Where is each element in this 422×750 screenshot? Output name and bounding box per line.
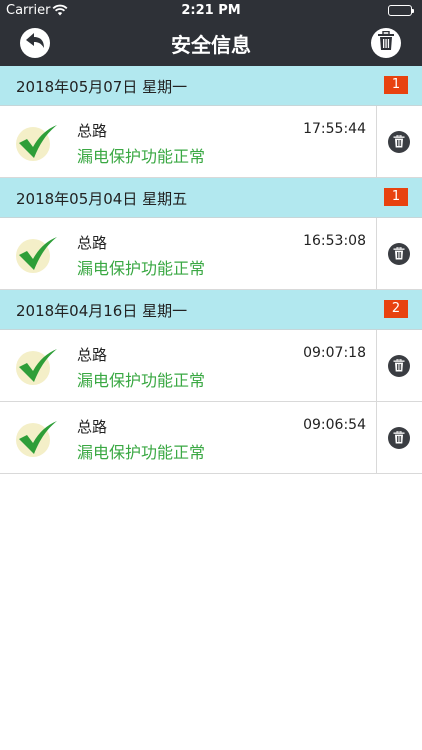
status-time: 2:21 PM [181,3,241,18]
status-bar: Carrier 2:21 PM [0,0,422,22]
table-row[interactable]: 总路 漏电保护功能正常 09:07:18 [0,330,422,402]
navigation-bar: 安全信息 [0,22,422,66]
page-title: 安全信息 [171,33,251,57]
trash-icon [393,429,405,448]
delete-row-button[interactable] [388,243,410,265]
check-icon [14,120,60,164]
row-time: 09:07:18 [303,345,366,361]
row-divider [376,402,377,473]
trash-icon [393,357,405,376]
group-header: 2018年05月07日 星期一 1 [0,66,422,106]
top-bar: Carrier 2:21 PM 安全信息 [0,0,422,66]
trash-icon [393,245,405,264]
table-row[interactable]: 总路 漏电保护功能正常 17:55:44 [0,106,422,178]
record-list: 2018年05月07日 星期一 1 总路 漏电保护功能正常 17:55:44 2… [0,66,422,474]
count-badge: 1 [384,76,408,94]
row-status: 漏电保护功能正常 [77,443,206,462]
trash-icon [393,133,405,152]
row-status: 漏电保护功能正常 [77,147,206,166]
row-time: 16:53:08 [303,233,366,249]
row-divider [376,218,377,289]
row-divider [376,106,377,177]
delete-row-button[interactable] [388,131,410,153]
trash-icon [377,30,395,55]
group-header: 2018年04月16日 星期一 2 [0,290,422,330]
delete-row-button[interactable] [388,355,410,377]
row-title: 总路 [77,234,108,252]
count-badge: 1 [384,188,408,206]
row-title: 总路 [77,418,108,436]
group-date: 2018年05月07日 星期一 [16,78,188,96]
row-time: 17:55:44 [303,121,366,137]
row-status: 漏电保护功能正常 [77,371,206,390]
check-icon [14,344,60,388]
battery-icon [388,5,414,16]
row-divider [376,330,377,401]
row-status: 漏电保护功能正常 [77,259,206,278]
delete-row-button[interactable] [388,427,410,449]
group-date: 2018年05月04日 星期五 [16,190,188,208]
delete-all-button[interactable] [371,28,401,58]
check-icon [14,416,60,460]
group-date: 2018年04月16日 星期一 [16,302,188,320]
table-row[interactable]: 总路 漏电保护功能正常 09:06:54 [0,402,422,474]
row-time: 09:06:54 [303,417,366,433]
group-header: 2018年05月04日 星期五 1 [0,178,422,218]
check-icon [14,232,60,276]
count-badge: 2 [384,300,408,318]
table-row[interactable]: 总路 漏电保护功能正常 16:53:08 [0,218,422,290]
row-title: 总路 [77,346,108,364]
row-title: 总路 [77,122,108,140]
